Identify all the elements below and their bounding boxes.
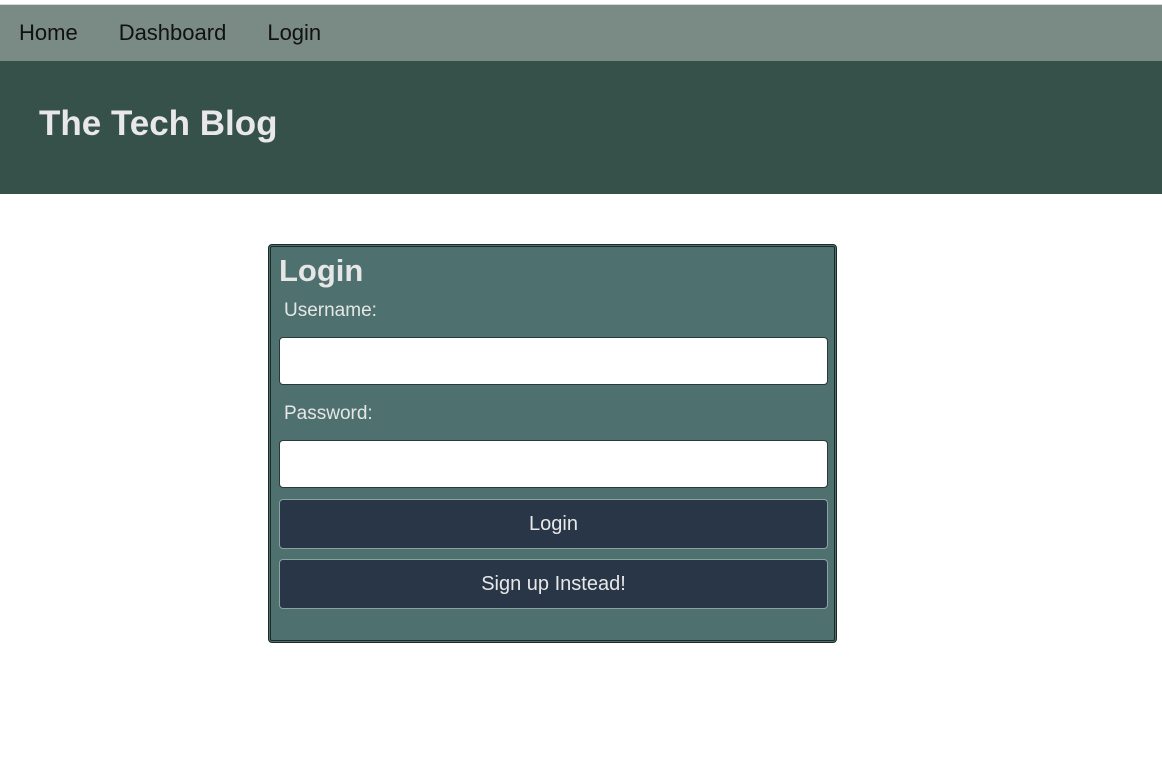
nav-link-dashboard[interactable]: Dashboard (119, 20, 227, 46)
login-form-title: Login (279, 253, 364, 288)
password-label: Password: (284, 403, 373, 424)
signup-button[interactable]: Sign up Instead! (279, 559, 828, 609)
login-form: Login Username: Password: Login Sign up … (268, 244, 837, 643)
login-button[interactable]: Login (279, 499, 828, 549)
username-input[interactable] (279, 337, 828, 385)
site-header: The Tech Blog (0, 61, 1162, 194)
password-input[interactable] (279, 440, 828, 488)
nav-link-home[interactable]: Home (19, 20, 78, 46)
site-title: The Tech Blog (39, 103, 278, 143)
username-label: Username: (284, 300, 377, 321)
nav-link-login[interactable]: Login (267, 20, 321, 46)
navbar: Home Dashboard Login (0, 5, 1162, 61)
